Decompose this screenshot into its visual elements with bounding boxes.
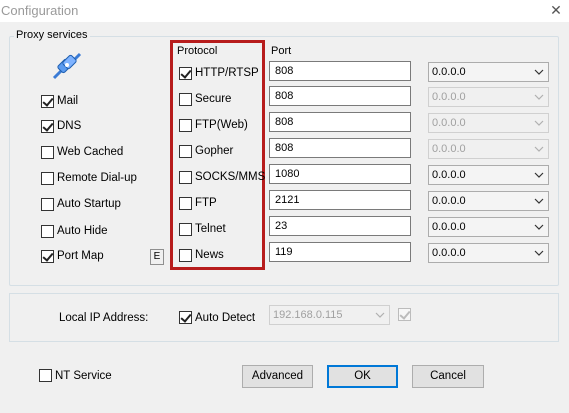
nt-service-checkbox[interactable] (39, 369, 52, 382)
mail-checkbox[interactable] (41, 95, 54, 108)
telnet-address-value: 0.0.0.0 (432, 221, 466, 233)
title-bar: Configuration ✕ (0, 0, 569, 22)
network-plug-icon (52, 52, 82, 80)
auto-hide-checkbox[interactable] (41, 225, 54, 238)
ftp-web-label: FTP(Web) (195, 119, 248, 131)
ftp-web-address-select[interactable]: 0.0.0.0 (428, 113, 549, 133)
telnet-address-select[interactable]: 0.0.0.0 (428, 217, 549, 237)
auto-detect-checkbox[interactable] (179, 311, 192, 324)
ftp-label: FTP (195, 197, 217, 209)
auto-hide-label: Auto Hide (57, 225, 108, 237)
port-map-checkbox[interactable] (41, 250, 54, 263)
dns-label: DNS (57, 120, 82, 132)
secure-checkbox[interactable] (179, 93, 192, 106)
ftp-web-port-input[interactable]: 808 (269, 112, 411, 132)
telnet-checkbox[interactable] (179, 223, 192, 236)
gopher-address-value: 0.0.0.0 (432, 143, 466, 155)
chevron-down-icon (534, 146, 544, 152)
local-ip-select[interactable]: 192.168.0.115 (269, 305, 390, 325)
chevron-down-icon (534, 172, 544, 178)
http-rtsp-port-input[interactable]: 808 (269, 61, 411, 81)
close-icon[interactable]: ✕ (546, 1, 566, 19)
chevron-down-icon (534, 120, 544, 126)
ftp-web-checkbox[interactable] (179, 119, 192, 132)
chevron-down-icon (534, 250, 544, 256)
chevron-down-icon (534, 198, 544, 204)
secure-port-input[interactable]: 808 (269, 86, 411, 106)
gopher-checkbox[interactable] (179, 145, 192, 158)
window-title: Configuration (1, 3, 79, 18)
port-map-label: Port Map (57, 250, 104, 262)
telnet-port-input[interactable]: 23 (269, 216, 411, 236)
chevron-down-icon (534, 69, 544, 75)
gopher-address-select[interactable]: 0.0.0.0 (428, 139, 549, 159)
news-address-value: 0.0.0.0 (432, 247, 466, 259)
mail-label: Mail (57, 95, 79, 107)
news-port-input[interactable]: 119 (269, 242, 411, 262)
news-address-select[interactable]: 0.0.0.0 (428, 243, 549, 263)
http-rtsp-address-select[interactable]: 0.0.0.0 (428, 62, 549, 82)
ok-button[interactable]: OK (327, 365, 398, 388)
gopher-port-input[interactable]: 808 (269, 138, 411, 158)
chevron-down-icon (375, 312, 385, 318)
dns-checkbox[interactable] (41, 120, 54, 133)
web-cached-label: Web Cached (57, 146, 124, 158)
http-rtsp-checkbox[interactable] (179, 67, 192, 80)
web-cached-checkbox[interactable] (41, 146, 54, 159)
remote-dialup-checkbox[interactable] (41, 172, 54, 185)
port-map-edit-button[interactable]: E (150, 249, 164, 265)
socks-mms-port-input[interactable]: 1080 (269, 164, 411, 184)
socks-mms-checkbox[interactable] (179, 171, 192, 184)
port-header: Port (271, 45, 292, 57)
advanced-button[interactable]: Advanced (242, 365, 313, 388)
socks-mms-address-select[interactable]: 0.0.0.0 (428, 165, 549, 185)
ftp-address-value: 0.0.0.0 (432, 195, 466, 207)
local-ip-value: 192.168.0.115 (273, 309, 343, 321)
local-ip-extra-checkbox[interactable] (398, 308, 411, 321)
remote-dialup-label: Remote Dial-up (57, 172, 137, 184)
gopher-label: Gopher (195, 145, 234, 157)
cancel-button[interactable]: Cancel (412, 365, 484, 388)
news-label: News (195, 249, 224, 261)
ftp-address-select[interactable]: 0.0.0.0 (428, 191, 549, 211)
http-rtsp-address-value: 0.0.0.0 (432, 66, 466, 78)
chevron-down-icon (534, 224, 544, 230)
telnet-label: Telnet (195, 223, 226, 235)
socks-mms-address-value: 0.0.0.0 (432, 169, 466, 181)
ftp-checkbox[interactable] (179, 197, 192, 210)
auto-detect-label: Auto Detect (195, 312, 256, 324)
secure-label: Secure (195, 93, 232, 105)
ftp-web-address-value: 0.0.0.0 (432, 117, 466, 129)
local-ip-label: Local IP Address: (59, 312, 149, 324)
auto-startup-label: Auto Startup (57, 198, 121, 210)
ftp-port-input[interactable]: 2121 (269, 190, 411, 210)
proxy-services-label: Proxy services (14, 29, 90, 41)
secure-address-select[interactable]: 0.0.0.0 (428, 87, 549, 107)
http-rtsp-label: HTTP/RTSP (195, 67, 259, 79)
protocol-header: Protocol (177, 45, 218, 57)
chevron-down-icon (534, 94, 544, 100)
auto-startup-checkbox[interactable] (41, 198, 54, 211)
nt-service-label: NT Service (55, 370, 112, 382)
socks-mms-label: SOCKS/MMS (195, 171, 266, 183)
news-checkbox[interactable] (179, 249, 192, 262)
secure-address-value: 0.0.0.0 (432, 91, 466, 103)
